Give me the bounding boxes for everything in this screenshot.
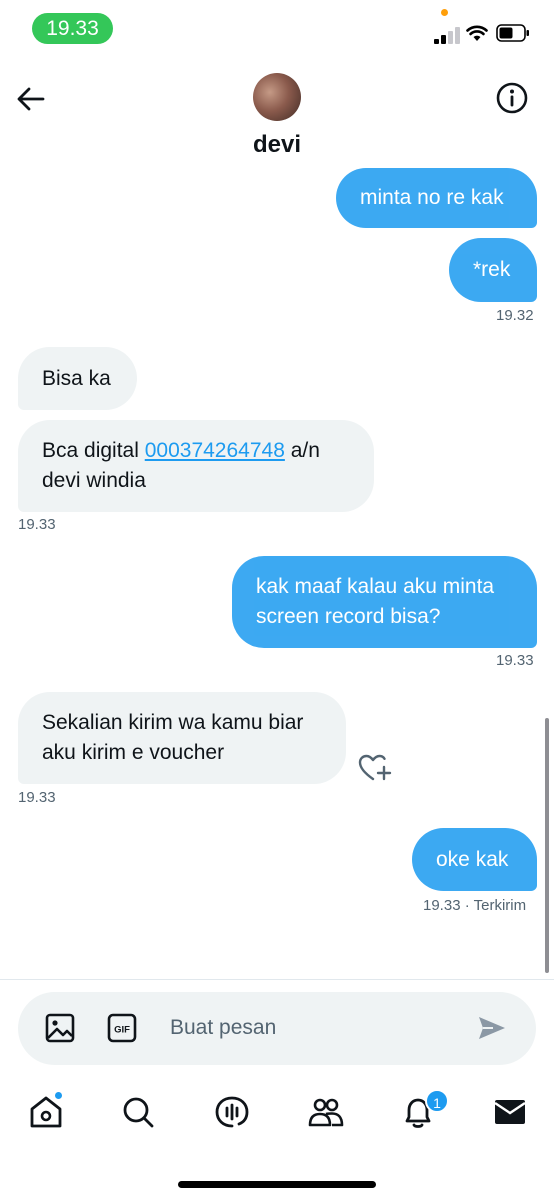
message-text: oke kak (436, 847, 509, 871)
message-text: *rek (473, 258, 511, 281)
divider (0, 979, 554, 980)
home-badge-dot (54, 1091, 63, 1100)
delivery-status: · Terkirim (464, 897, 527, 914)
cellular-signal-icon (434, 26, 462, 44)
wifi-icon (466, 25, 488, 41)
message-text: minta no re kak (360, 186, 504, 209)
message-text: Bisa ka (42, 366, 111, 390)
info-icon[interactable] (495, 81, 529, 115)
message-incoming[interactable]: Bisa ka (18, 347, 137, 410)
message-input[interactable] (170, 1010, 460, 1046)
message-timestamp: 19.33 (18, 516, 56, 533)
image-icon[interactable] (44, 1012, 76, 1044)
message-composer: GIF (18, 992, 536, 1065)
gif-icon[interactable]: GIF (106, 1012, 138, 1044)
message-incoming[interactable]: Bca digital 000374264748 a/n devi windia (18, 420, 374, 512)
home-indicator[interactable] (178, 1181, 376, 1188)
status-bar: 19.33 (0, 0, 554, 56)
back-arrow-icon[interactable] (14, 82, 48, 116)
account-number-link[interactable]: 000374264748 (145, 439, 285, 462)
message-text: Bca digital (42, 439, 145, 462)
gif-label: GIF (114, 1025, 130, 1036)
send-icon[interactable] (476, 1012, 508, 1044)
message-line: screen record bisa? (256, 605, 441, 628)
status-time: 19.33 (32, 13, 113, 44)
message-line: Bca digital 000374264748 a/n (42, 436, 320, 466)
privacy-indicator-dot (441, 9, 448, 16)
communities-icon[interactable] (306, 1092, 346, 1132)
spaces-icon[interactable] (212, 1092, 252, 1132)
contact-name[interactable]: devi (0, 131, 554, 159)
message-line: aku kirim e voucher (42, 741, 225, 764)
message-line: Sekalian kirim wa kamu biar (42, 711, 304, 734)
avatar[interactable] (253, 73, 301, 121)
message-line: devi windia (42, 469, 146, 492)
message-outgoing[interactable]: minta no re kak (336, 168, 537, 228)
notification-count-badge: 1 (425, 1089, 449, 1113)
message-timestamp: 19.32 (496, 307, 534, 324)
message-time: 19.33 (423, 897, 461, 914)
battery-icon (496, 24, 529, 42)
message-line: kak maaf kalau aku minta (256, 575, 495, 598)
message-timestamp: 19.33 · Terkirim (423, 897, 526, 914)
add-reaction-heart-icon[interactable] (357, 752, 393, 784)
message-incoming[interactable]: Sekalian kirim wa kamu biar aku kirim e … (18, 692, 346, 784)
message-outgoing[interactable]: kak maaf kalau aku minta screen record b… (232, 556, 537, 648)
scrollbar[interactable] (545, 718, 549, 973)
message-text: a/n (284, 439, 320, 462)
bottom-tab-bar: 1 (0, 1080, 554, 1150)
message-timestamp: 19.33 (18, 789, 56, 806)
message-outgoing[interactable]: oke kak (412, 828, 537, 891)
message-outgoing[interactable]: *rek (449, 238, 537, 302)
messages-envelope-icon[interactable] (490, 1092, 530, 1132)
conversation-header: devi (0, 56, 554, 170)
search-icon[interactable] (118, 1092, 158, 1132)
message-timestamp: 19.33 (496, 652, 534, 669)
